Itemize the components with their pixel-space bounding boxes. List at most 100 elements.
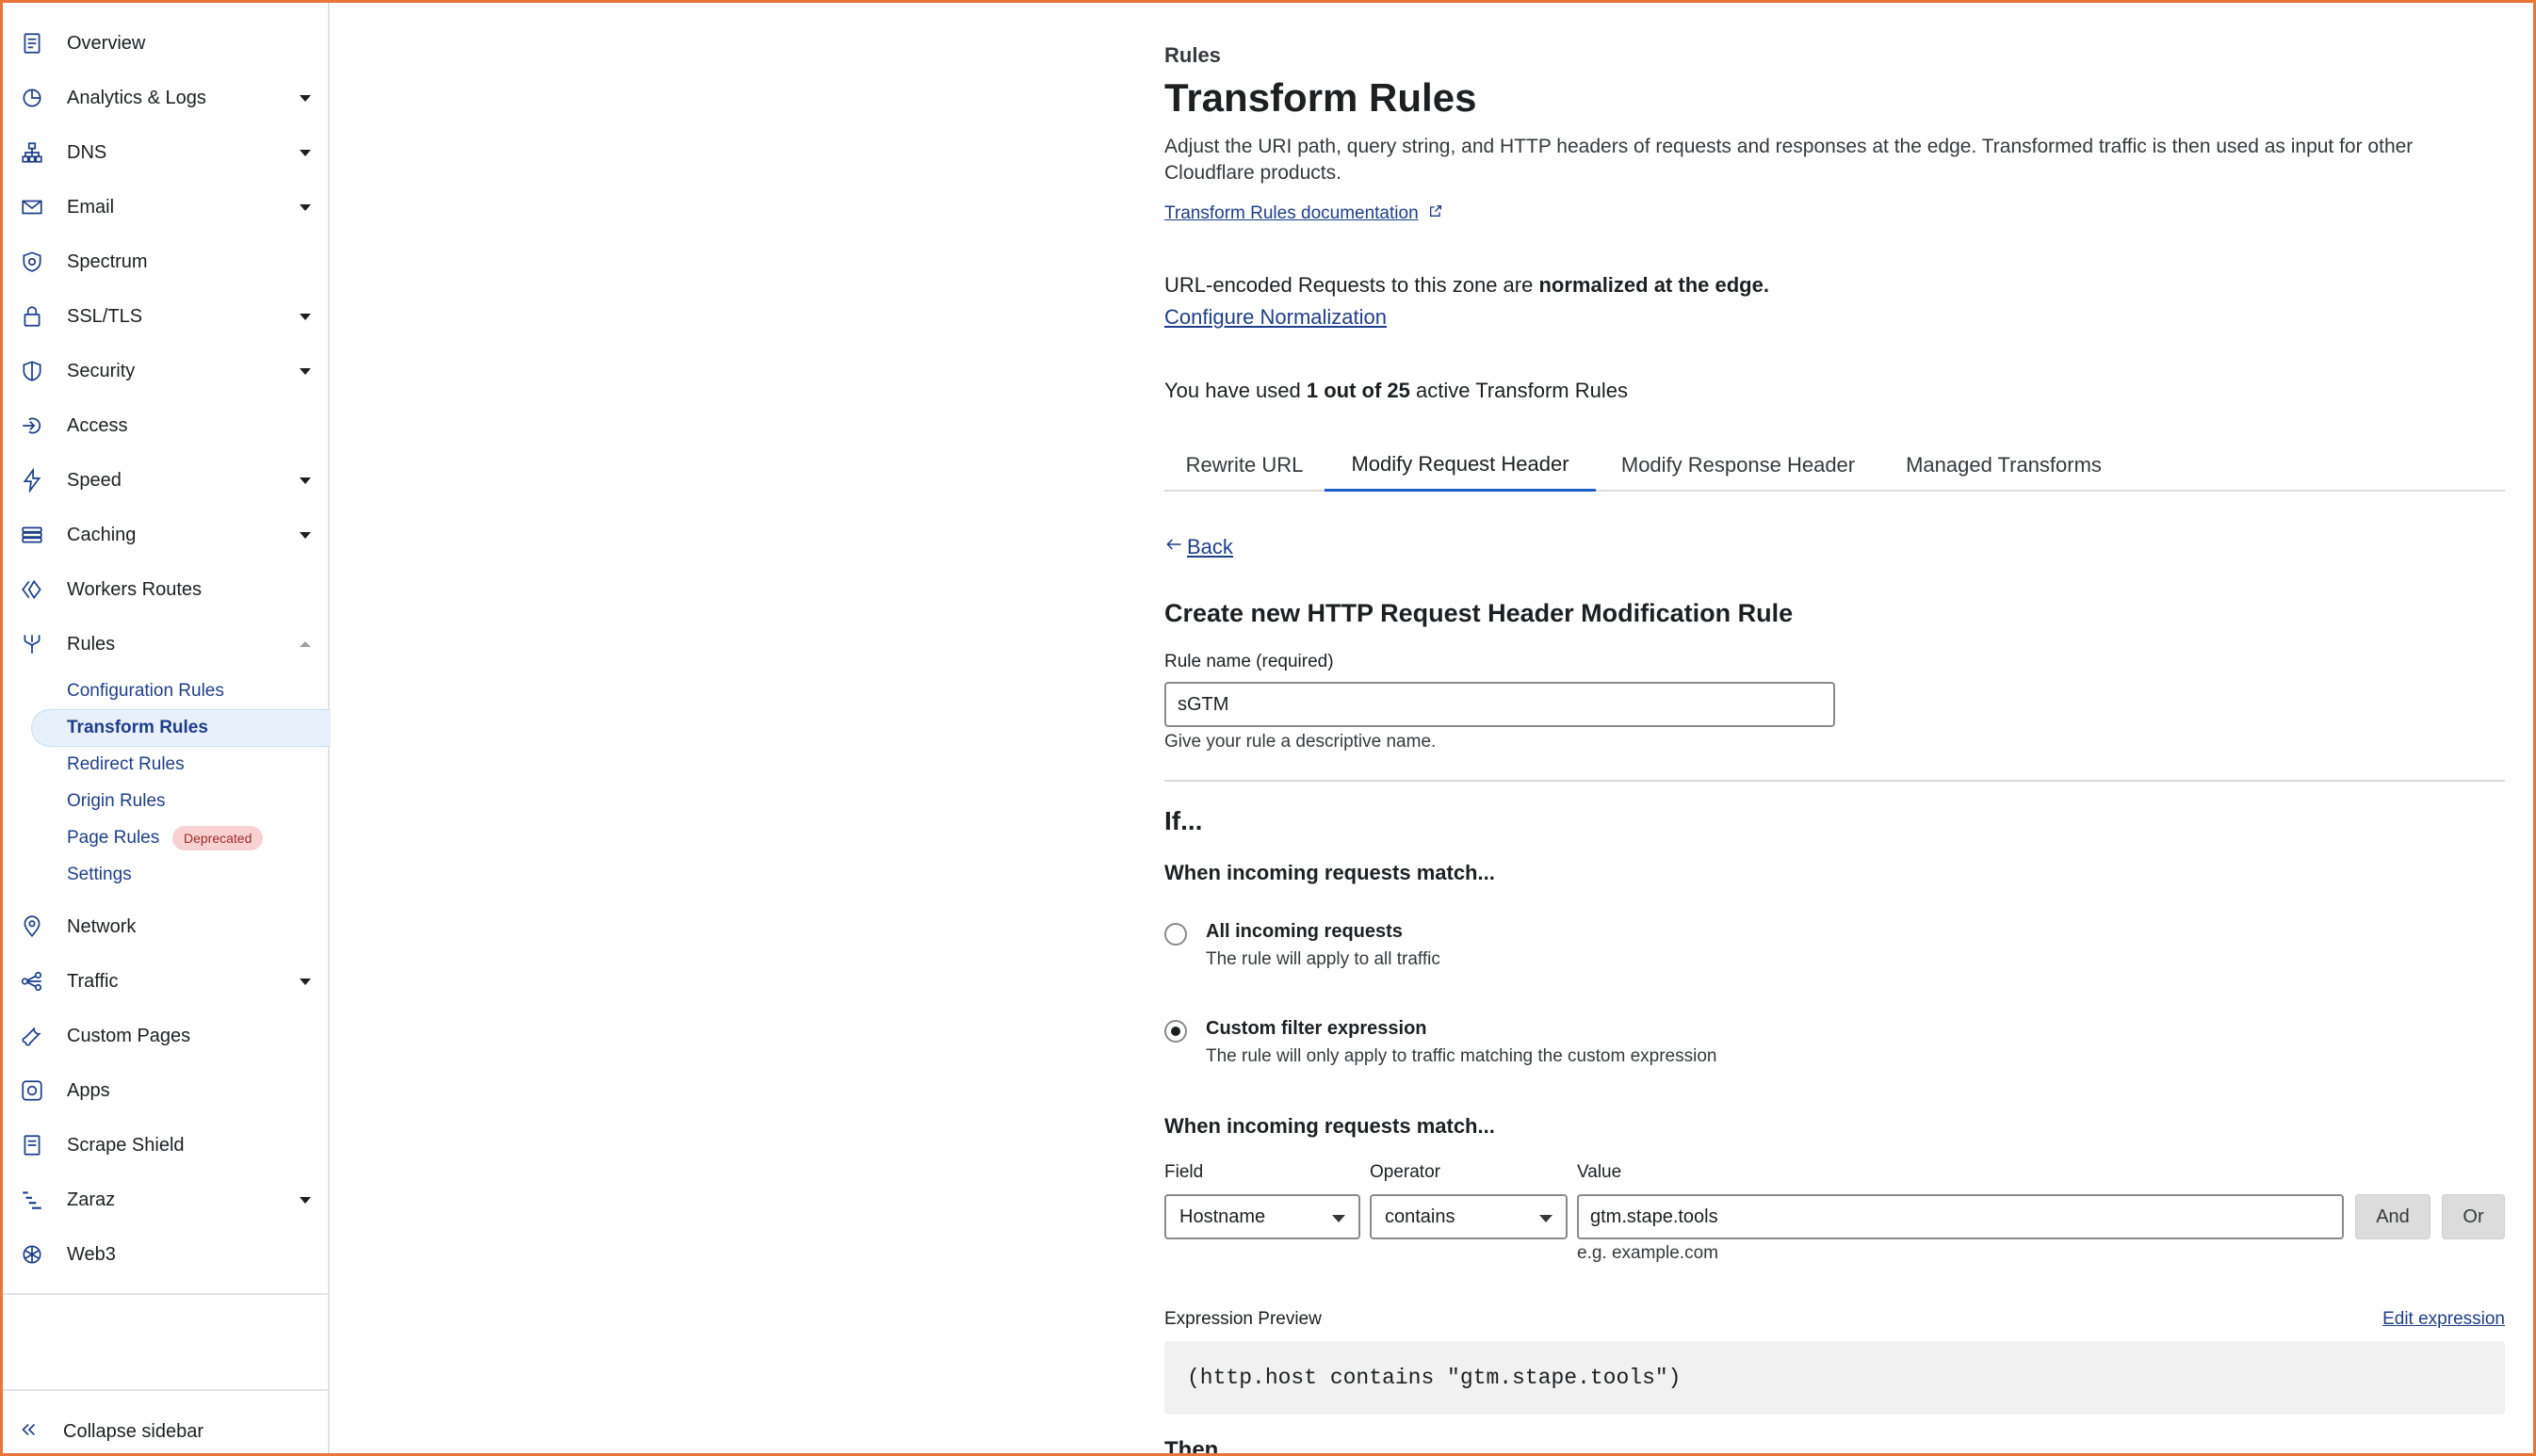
- sidebar-item-label: SSL/TLS: [67, 305, 143, 327]
- arrow-left-icon: [1164, 535, 1183, 559]
- fork-icon: [20, 632, 44, 656]
- deprecated-badge: Deprecated: [172, 826, 264, 850]
- share-nodes-icon: [20, 969, 44, 994]
- sidebar-item-dns[interactable]: DNS: [3, 129, 328, 176]
- chevron-down-icon[interactable]: [300, 203, 311, 211]
- sidebar-item-email[interactable]: Email: [3, 184, 328, 231]
- sidebar-item-label: Apps: [67, 1079, 110, 1101]
- location-pin-icon: [20, 914, 44, 939]
- pie-chart-icon: [20, 86, 44, 110]
- sidebar-subitem-settings[interactable]: Settings: [67, 865, 132, 885]
- sidebar-subitem-configuration-rules[interactable]: Configuration Rules: [67, 681, 224, 702]
- match-heading: When incoming requests match...: [1164, 861, 1495, 884]
- chevron-up-icon[interactable]: [300, 641, 311, 647]
- sidebar-subitem-redirect-rules[interactable]: Redirect Rules: [67, 754, 185, 775]
- sidebar-item-analytics[interactable]: Analytics & Logs: [3, 74, 328, 121]
- chevron-down-icon[interactable]: [300, 94, 311, 102]
- chevron-down-icon[interactable]: [300, 531, 311, 539]
- sidebar-item-label: Speed: [67, 469, 122, 491]
- sidebar-item-traffic[interactable]: Traffic: [3, 958, 328, 1005]
- sidebar-item-scrape-shield[interactable]: Scrape Shield: [3, 1122, 328, 1169]
- usage-prefix: You have used: [1164, 379, 1307, 402]
- sidebar-item-label: Network: [67, 915, 137, 937]
- sidebar-item-label: DNS: [67, 141, 107, 163]
- sidebar-subitem-page-rules[interactable]: Page Rules: [67, 828, 159, 849]
- expression-preview-label: Expression Preview: [1164, 1309, 1322, 1329]
- or-button[interactable]: Or: [2442, 1194, 2505, 1239]
- field-select-value: Hostname: [1179, 1205, 1266, 1227]
- shield-gear-icon: [20, 250, 44, 274]
- operator-select[interactable]: contains: [1370, 1194, 1568, 1239]
- sidebar-item-caching[interactable]: Caching: [3, 511, 328, 558]
- sidebar-item-apps[interactable]: Apps: [3, 1067, 328, 1114]
- custom-filter-radio[interactable]: [1164, 1020, 1187, 1043]
- all-requests-desc: The rule will apply to all traffic: [1206, 949, 1440, 969]
- sidebar-item-custom-pages[interactable]: Custom Pages: [3, 1012, 328, 1060]
- lock-icon: [20, 304, 44, 329]
- rule-name-label: Rule name (required): [1164, 652, 1334, 671]
- chevron-down-icon[interactable]: [300, 978, 311, 985]
- chevron-down-icon: [1539, 1215, 1552, 1222]
- chevron-down-icon[interactable]: [300, 477, 311, 484]
- sidebar-item-label: Web3: [67, 1243, 116, 1265]
- workers-icon: [20, 577, 44, 602]
- tab-rewrite-url[interactable]: Rewrite URL: [1164, 439, 1325, 492]
- normalization-bold: normalized at the edge.: [1538, 273, 1769, 297]
- page-shield-icon: [20, 1133, 44, 1157]
- chevron-down-icon[interactable]: [300, 313, 311, 320]
- operator-label: Operator: [1370, 1162, 1440, 1182]
- then-heading: Then...: [1164, 1437, 1238, 1456]
- configure-normalization-link[interactable]: Configure Normalization: [1164, 305, 1387, 330]
- page-title: Transform Rules: [1164, 75, 1477, 120]
- tab-managed-transforms[interactable]: Managed Transforms: [1880, 439, 2127, 492]
- sidebar-item-label: Email: [67, 196, 115, 218]
- sidebar-item-spectrum[interactable]: Spectrum: [3, 238, 328, 285]
- tab-modify-response-header[interactable]: Modify Response Header: [1596, 439, 1880, 492]
- edit-expression-link[interactable]: Edit expression: [2382, 1309, 2505, 1330]
- external-link-icon: [1419, 203, 1443, 224]
- sidebar-subitem-transform-rules[interactable]: Transform Rules: [67, 718, 208, 738]
- sidebar-item-web3[interactable]: Web3: [3, 1231, 328, 1278]
- access-arrow-icon: [20, 413, 44, 438]
- sidebar-item-label: Caching: [67, 524, 137, 545]
- normalization-prefix: URL-encoded Requests to this zone are: [1164, 273, 1539, 297]
- normalization-text: URL-encoded Requests to this zone are no…: [1164, 273, 1769, 298]
- form-title: Create new HTTP Request Header Modificat…: [1164, 599, 1794, 627]
- sidebar-item-workers-routes[interactable]: Workers Routes: [3, 566, 328, 613]
- field-select[interactable]: Hostname: [1164, 1194, 1360, 1239]
- sidebar-item-zaraz[interactable]: Zaraz: [3, 1176, 328, 1223]
- rule-name-hint: Give your rule a descriptive name.: [1164, 732, 1437, 752]
- collapse-sidebar-button[interactable]: Collapse sidebar: [18, 1419, 203, 1445]
- sidebar-item-speed[interactable]: Speed: [3, 457, 328, 504]
- chevron-down-icon[interactable]: [300, 1196, 311, 1204]
- sidebar-item-label: Overview: [67, 32, 146, 54]
- sitemap-icon: [20, 140, 44, 165]
- sidebar-item-access[interactable]: Access: [3, 402, 328, 449]
- back-link[interactable]: Back: [1164, 535, 1233, 559]
- double-chevron-left-icon: [18, 1419, 39, 1445]
- all-requests-radio[interactable]: [1164, 923, 1187, 946]
- chevron-down-icon[interactable]: [300, 367, 311, 375]
- section-divider: [1164, 780, 2505, 782]
- sidebar-subitem-origin-rules[interactable]: Origin Rules: [67, 791, 166, 812]
- and-button[interactable]: And: [2355, 1194, 2430, 1239]
- breadcrumb: Rules: [1164, 43, 1221, 67]
- sidebar-item-rules[interactable]: Rules: [3, 621, 328, 668]
- sidebar-item-security[interactable]: Security: [3, 348, 328, 395]
- sidebar-item-overview[interactable]: Overview: [3, 20, 328, 67]
- sidebar-item-network[interactable]: Network: [3, 903, 328, 950]
- sidebar-item-label: Security: [67, 360, 136, 381]
- value-label: Value: [1577, 1162, 1622, 1182]
- rule-name-input[interactable]: [1164, 682, 1835, 727]
- lightning-icon: [20, 468, 44, 493]
- documentation-link[interactable]: Transform Rules documentation: [1164, 203, 1443, 224]
- sidebar-divider: [3, 1389, 328, 1391]
- field-label: Field: [1164, 1162, 1204, 1182]
- shield-icon: [20, 359, 44, 383]
- chevron-down-icon[interactable]: [300, 149, 311, 156]
- value-input[interactable]: [1577, 1194, 2344, 1239]
- tab-modify-request-header[interactable]: Modify Request Header: [1325, 439, 1596, 492]
- documentation-link-label: Transform Rules documentation: [1164, 203, 1419, 223]
- server-stack-icon: [20, 523, 44, 547]
- sidebar-item-ssl-tls[interactable]: SSL/TLS: [3, 293, 328, 340]
